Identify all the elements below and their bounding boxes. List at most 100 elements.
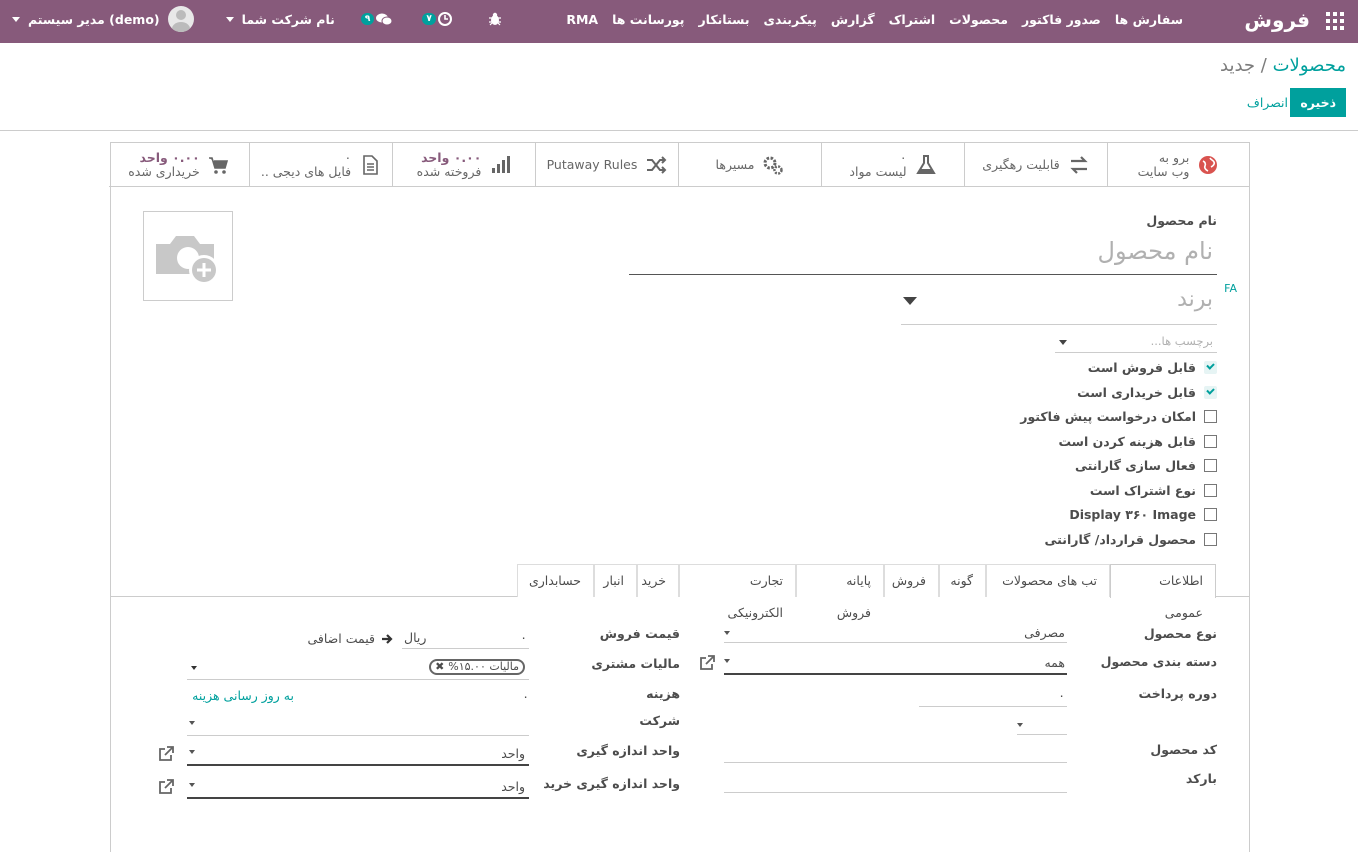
digital-files-stat-button[interactable]: ۰ فایل های دیجی .. [249, 143, 392, 187]
bug-icon[interactable] [488, 12, 502, 26]
website-stat-button[interactable]: برو به وب سایت [1107, 143, 1249, 187]
check-contract[interactable]: محصول قرارداد/ گارانتی [1045, 532, 1217, 547]
user-caret-icon[interactable] [12, 16, 20, 22]
messages-button[interactable]: ۹ [360, 13, 393, 26]
putaway-stat-button[interactable]: Putaway Rules [535, 143, 678, 187]
user-avatar[interactable] [167, 6, 194, 32]
check-expense[interactable]: قابل هزینه کردن است [1058, 434, 1217, 449]
traceability-stat-button[interactable]: قابلیت رهگیری [964, 143, 1107, 187]
language-button[interactable]: FA [1224, 282, 1237, 295]
expense-label: قابل هزینه کردن است [1058, 434, 1196, 449]
putaway-label: Putaway Rules [546, 157, 638, 172]
menu-rma[interactable]: RMA [566, 12, 598, 27]
menu-creditor[interactable]: بستانکار [698, 12, 749, 27]
sale-ok-label: قابل فروش است [1087, 360, 1196, 375]
tab-product-tabs[interactable]: تب های محصولات [986, 564, 1110, 597]
digital-count: ۰ [344, 149, 352, 165]
purchased-stat-text: ۰.۰۰ واحد خریداری شده [128, 150, 200, 179]
company-switcher[interactable]: نام شرکت شما [242, 12, 335, 27]
extra-price-button[interactable]: قیمت اضافی [307, 631, 393, 646]
check-quotation[interactable]: امکان درخواست پیش فاکتور [1020, 409, 1217, 424]
product-image-upload[interactable] [143, 211, 233, 301]
tax-tag-remove-icon[interactable]: ✖ [435, 661, 444, 673]
tab-variants[interactable]: گونه [939, 564, 986, 597]
product-name-placeholder: نام محصول [1097, 237, 1213, 265]
cost-value[interactable]: ۰ [522, 689, 529, 704]
brand-placeholder: برند [1177, 287, 1213, 312]
tags-input[interactable]: برچسب ها... [1055, 331, 1217, 353]
digital-stat-text: ۰ فایل های دیجی .. [261, 149, 352, 179]
tab-inventory[interactable]: انبار [594, 564, 637, 597]
form-sheet: برو به وب سایت قابلیت رهگیری ۰ لیست مواد… [109, 142, 1250, 852]
product-code-input[interactable] [724, 741, 1067, 763]
quotation-checkbox[interactable] [1204, 410, 1217, 423]
customer-tax-input[interactable]: مالیات ۱۵.۰۰% ✖ [187, 655, 529, 680]
customer-tax-dropdown-icon [191, 666, 197, 670]
category-external-link-icon[interactable] [698, 654, 716, 672]
purchased-label: خریداری شده [128, 163, 200, 179]
menu-configuration[interactable]: پیکربندی [764, 12, 817, 27]
check-360-image[interactable]: Display ۳۶۰ Image [1069, 507, 1217, 522]
tab-accounting[interactable]: حسابداری [517, 564, 594, 597]
uom-select[interactable]: واحد [187, 741, 529, 766]
activity-button[interactable]: ۷ [422, 12, 452, 26]
tab-ecommerce[interactable]: تجارت الکترونیکی [679, 564, 796, 620]
random-icon [647, 155, 667, 174]
breadcrumb-parent[interactable]: محصولات [1273, 55, 1346, 76]
product-category-select[interactable]: همه [724, 650, 1067, 675]
image-360-checkbox[interactable] [1204, 508, 1217, 521]
product-name-label: نام محصول [1146, 213, 1217, 228]
sales-price-input[interactable]: ۰ ریال [402, 627, 529, 649]
purchase-uom-select[interactable]: واحد [187, 774, 529, 799]
menu-reporting[interactable]: گزارش [831, 12, 875, 27]
menu-orders[interactable]: سفارش ها [1115, 12, 1183, 27]
expense-checkbox[interactable] [1204, 435, 1217, 448]
menu-commissions[interactable]: پورسانت ها [612, 12, 684, 27]
tab-purchase[interactable]: خرید [637, 564, 679, 597]
brand-select[interactable]: برند [901, 283, 1217, 325]
update-cost-button[interactable]: به روز رسانی هزینه [192, 688, 294, 703]
check-purchase-ok[interactable]: قابل خریداری است [1077, 385, 1217, 400]
purchase-uom-external-link-icon[interactable] [157, 778, 175, 796]
company-caret-icon[interactable] [225, 16, 234, 22]
payment-period-unit-select[interactable] [1017, 713, 1067, 735]
menu-invoicing[interactable]: صدور فاکتور [1022, 12, 1101, 27]
contract-checkbox[interactable] [1204, 533, 1217, 546]
check-sale-ok[interactable]: قابل فروش است [1088, 360, 1217, 375]
quotation-label: امکان درخواست پیش فاکتور [1020, 409, 1196, 424]
check-warranty[interactable]: فعال سازی گارانتی [1075, 458, 1217, 473]
company-select[interactable] [187, 712, 529, 736]
save-button[interactable]: ذخیره [1290, 88, 1346, 117]
tax-tag-label: مالیات ۱۵.۰۰% [448, 660, 519, 673]
product-name-input[interactable]: نام محصول [629, 231, 1217, 275]
tab-sales[interactable]: فروش [884, 564, 939, 597]
subscription-checkbox[interactable] [1204, 484, 1217, 497]
apps-menu-icon[interactable] [1326, 12, 1344, 30]
traceability-label: قابلیت رهگیری [982, 157, 1060, 172]
product-type-select[interactable]: مصرفی [724, 621, 1067, 643]
sale-ok-checkbox[interactable] [1204, 361, 1217, 374]
purchase-ok-checkbox[interactable] [1204, 386, 1217, 399]
currency-symbol: ریال [404, 630, 427, 645]
user-name[interactable]: مدیر سیستم (demo) [28, 12, 160, 27]
barcode-label: بارکد [1185, 771, 1217, 786]
app-brand[interactable]: فروش [1244, 8, 1310, 32]
menu-products[interactable]: محصولات [949, 12, 1008, 27]
check-subscription[interactable]: نوع اشتراک است [1090, 483, 1217, 498]
bom-stat-button[interactable]: ۰ لیست مواد [821, 143, 964, 187]
payment-period-label: دوره پرداخت [1138, 686, 1217, 701]
discard-button[interactable]: انصراف [1247, 95, 1288, 110]
uom-external-link-icon[interactable] [157, 745, 175, 763]
payment-period-input[interactable]: ۰ [919, 683, 1067, 707]
image-360-label: Display ۳۶۰ Image [1069, 507, 1196, 522]
purchased-stat-button[interactable]: ۰.۰۰ واحد خریداری شده [109, 143, 249, 187]
breadcrumb-separator: / [1260, 55, 1267, 76]
tab-pos[interactable]: پایانه فروش [796, 564, 884, 620]
menu-subscription[interactable]: اشتراک [889, 12, 936, 27]
routes-stat-button[interactable]: مسیرها [678, 143, 821, 187]
tab-general-info[interactable]: اطلاعات عمومی [1110, 564, 1216, 620]
barcode-input[interactable] [724, 771, 1067, 793]
extra-price-label: قیمت اضافی [307, 631, 375, 646]
sold-stat-button[interactable]: ۰.۰۰ واحد فروخته شده [392, 143, 535, 187]
warranty-checkbox[interactable] [1204, 459, 1217, 472]
